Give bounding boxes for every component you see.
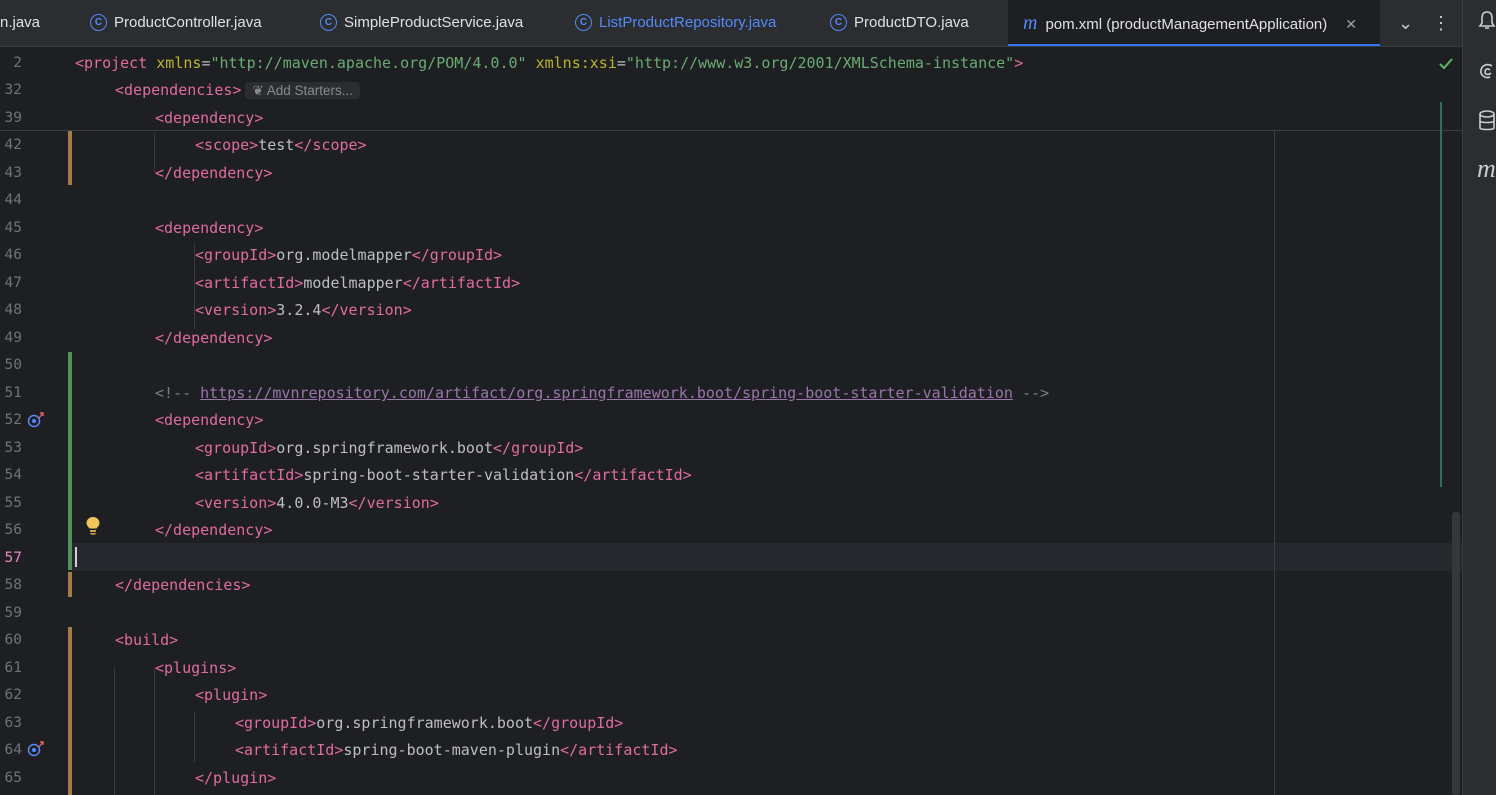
code-line-53: <groupId>org.springframework.boot</group… xyxy=(195,439,584,457)
tab-label: ProductController.java xyxy=(114,14,262,31)
line-number: 56 xyxy=(4,522,22,538)
editor-tab-bar: n.java C ProductController.java C SimplePr… xyxy=(0,0,1462,47)
ai-assistant-icon[interactable] xyxy=(1478,62,1496,84)
dependency-target-icon[interactable] xyxy=(27,412,45,428)
modified-lines-marker[interactable] xyxy=(68,572,72,597)
text-caret xyxy=(75,547,77,567)
line-number: 44 xyxy=(4,192,22,208)
code-line-2: <project xmlns="http://maven.apache.org/… xyxy=(75,54,1024,72)
database-icon[interactable] xyxy=(1478,110,1496,134)
line-number: 59 xyxy=(4,605,22,621)
line-number: 62 xyxy=(4,687,22,703)
line-number: 53 xyxy=(4,440,22,456)
line-number: 47 xyxy=(4,275,22,291)
code-line-58: </dependencies> xyxy=(115,576,251,594)
code-line-42: <scope>test</scope> xyxy=(195,136,367,154)
indent-guide xyxy=(114,667,115,795)
close-icon[interactable]: ✕ xyxy=(1345,16,1357,32)
code-line-43: </dependency> xyxy=(155,164,273,182)
line-number: 54 xyxy=(4,467,22,483)
more-options-icon[interactable]: ⋮ xyxy=(1432,0,1450,46)
line-number: 63 xyxy=(4,715,22,731)
line-number: 65 xyxy=(4,770,22,786)
indent-guide xyxy=(194,712,195,762)
class-icon: C xyxy=(830,14,847,31)
class-icon: C xyxy=(320,14,337,31)
code-line-60: <build> xyxy=(115,631,179,649)
line-number-current: 57 xyxy=(4,550,22,566)
code-line-55: <version>4.0.0-M3</version> xyxy=(195,494,439,512)
lightbulb-icon[interactable] xyxy=(85,516,101,536)
line-number: 64 xyxy=(4,742,22,758)
code-line-63: <groupId>org.springframework.boot</group… xyxy=(235,714,624,732)
tab-product-controller[interactable]: C ProductController.java xyxy=(90,0,310,46)
scrollbar-thumb[interactable] xyxy=(1452,512,1460,795)
line-number: 46 xyxy=(4,247,22,263)
sticky-header-divider xyxy=(0,130,1462,131)
class-icon: C xyxy=(90,14,107,31)
mvnrepository-link[interactable]: https://mvnrepository.com/artifact/org.s… xyxy=(200,384,1013,402)
code-line-61: <plugins> xyxy=(155,659,237,677)
tab-main-java[interactable]: n.java xyxy=(0,0,80,46)
add-starters-hint[interactable]: ❦ Add Starters... xyxy=(245,82,361,99)
tab-product-dto[interactable]: C ProductDTO.java xyxy=(830,0,1000,46)
code-line-46: <groupId>org.modelmapper</groupId> xyxy=(195,246,503,264)
line-number: 39 xyxy=(4,110,22,126)
indent-guide xyxy=(154,667,155,795)
dependency-target-icon[interactable] xyxy=(27,741,45,757)
tab-label: ListProductRepository.java xyxy=(599,14,777,31)
line-number: 42 xyxy=(4,137,22,153)
code-line-39: <dependency> xyxy=(155,109,264,127)
line-number: 45 xyxy=(4,220,22,236)
code-line-62: <plugin> xyxy=(195,686,268,704)
code-line-45: <dependency> xyxy=(155,219,264,237)
active-tab-indicator xyxy=(1008,44,1380,46)
spring-leaf-icon: ❦ xyxy=(252,83,267,98)
code-line-54: <artifactId>spring-boot-starter-validati… xyxy=(195,466,692,484)
code-line-48: <version>3.2.4</version> xyxy=(195,301,412,319)
code-editor[interactable]: 2 32 39 42 43 44 45 46 47 48 49 50 51 52… xyxy=(0,47,1462,795)
tab-label: ProductDTO.java xyxy=(854,14,969,31)
scrollbar-track-marker xyxy=(1440,102,1442,487)
line-number: 32 xyxy=(4,82,22,98)
tab-label: n.java xyxy=(0,14,41,31)
class-icon: C xyxy=(575,14,592,31)
line-number: 49 xyxy=(4,330,22,346)
chevron-down-icon[interactable]: ⌄ xyxy=(1398,0,1416,46)
line-number: 61 xyxy=(4,660,22,676)
right-margin-guide xyxy=(1274,131,1275,795)
tab-label: pom.xml (productManagementApplication) xyxy=(1045,16,1328,33)
line-number: 48 xyxy=(4,302,22,318)
code-line-51: <!-- https://mvnrepository.com/artifact/… xyxy=(155,384,1050,402)
tab-pom-xml[interactable]: m pom.xml (productManagementApplication) ✕ xyxy=(1008,0,1380,46)
modified-lines-marker[interactable] xyxy=(68,627,72,795)
code-line-64: <artifactId>spring-boot-maven-plugin</ar… xyxy=(235,741,678,759)
line-number: 2 xyxy=(13,55,22,71)
tab-simple-product-service[interactable]: C SimpleProductService.java xyxy=(320,0,560,46)
no-problems-check-icon[interactable] xyxy=(1438,57,1454,71)
code-line-65: </plugin> xyxy=(195,769,277,787)
code-line-47: <artifactId>modelmapper</artifactId> xyxy=(195,274,521,292)
code-line-56: </dependency> xyxy=(155,521,273,539)
line-number: 58 xyxy=(4,577,22,593)
current-line-highlight xyxy=(72,543,1462,571)
line-number: 60 xyxy=(4,632,22,648)
line-number: 52 xyxy=(4,412,22,428)
code-line-32: <dependencies> ❦ Add Starters... xyxy=(115,81,361,99)
line-number: 55 xyxy=(4,495,22,511)
added-lines-marker[interactable] xyxy=(68,352,72,570)
tab-label: SimpleProductService.java xyxy=(344,14,524,31)
modified-lines-marker[interactable] xyxy=(68,131,72,185)
line-number: 51 xyxy=(4,385,22,401)
code-line-52: <dependency> xyxy=(155,411,264,429)
line-number: 50 xyxy=(4,357,22,373)
maven-icon: m xyxy=(1023,12,1038,34)
maven-tool-icon[interactable]: m xyxy=(1477,154,1496,184)
line-number: 43 xyxy=(4,165,22,181)
tab-list-product-repository[interactable]: C ListProductRepository.java xyxy=(575,0,820,46)
notifications-icon[interactable] xyxy=(1478,10,1496,32)
code-line-49: </dependency> xyxy=(155,329,273,347)
